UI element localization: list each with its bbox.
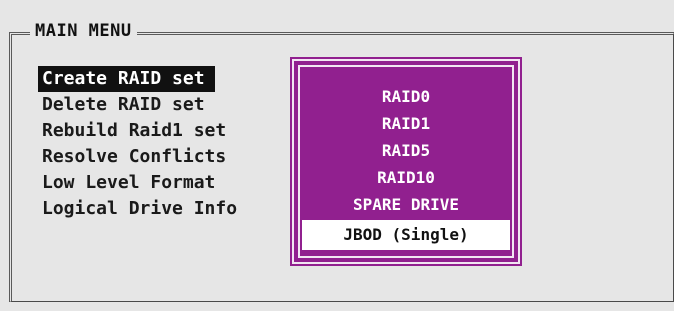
menu-item-delete-raid-set[interactable]: Delete RAID set [38, 92, 241, 118]
option-jbod-single[interactable]: JBOD (Single) [302, 220, 510, 250]
raid-type-popup: RAID0 RAID1 RAID5 RAID10 SPARE DRIVE JBO… [290, 57, 522, 266]
frame-title: MAIN MENU [30, 20, 137, 42]
option-raid5[interactable]: RAID5 [294, 137, 518, 164]
bios-screen: MAIN MENU Create RAID set Delete RAID se… [0, 0, 674, 311]
menu-item-logical-drive-info[interactable]: Logical Drive Info [38, 196, 241, 222]
option-spare-drive[interactable]: SPARE DRIVE [294, 191, 518, 218]
menu-item-low-level-format[interactable]: Low Level Format [38, 170, 241, 196]
menu-item-resolve-conflicts[interactable]: Resolve Conflicts [38, 144, 241, 170]
main-menu: Create RAID set Delete RAID set Rebuild … [38, 66, 241, 222]
menu-item-rebuild-raid1-set[interactable]: Rebuild Raid1 set [38, 118, 241, 144]
option-raid1[interactable]: RAID1 [294, 110, 518, 137]
raid-type-options: RAID0 RAID1 RAID5 RAID10 SPARE DRIVE JBO… [294, 83, 518, 250]
menu-item-create-raid-set[interactable]: Create RAID set [38, 66, 241, 92]
option-raid0[interactable]: RAID0 [294, 83, 518, 110]
option-raid10[interactable]: RAID10 [294, 164, 518, 191]
